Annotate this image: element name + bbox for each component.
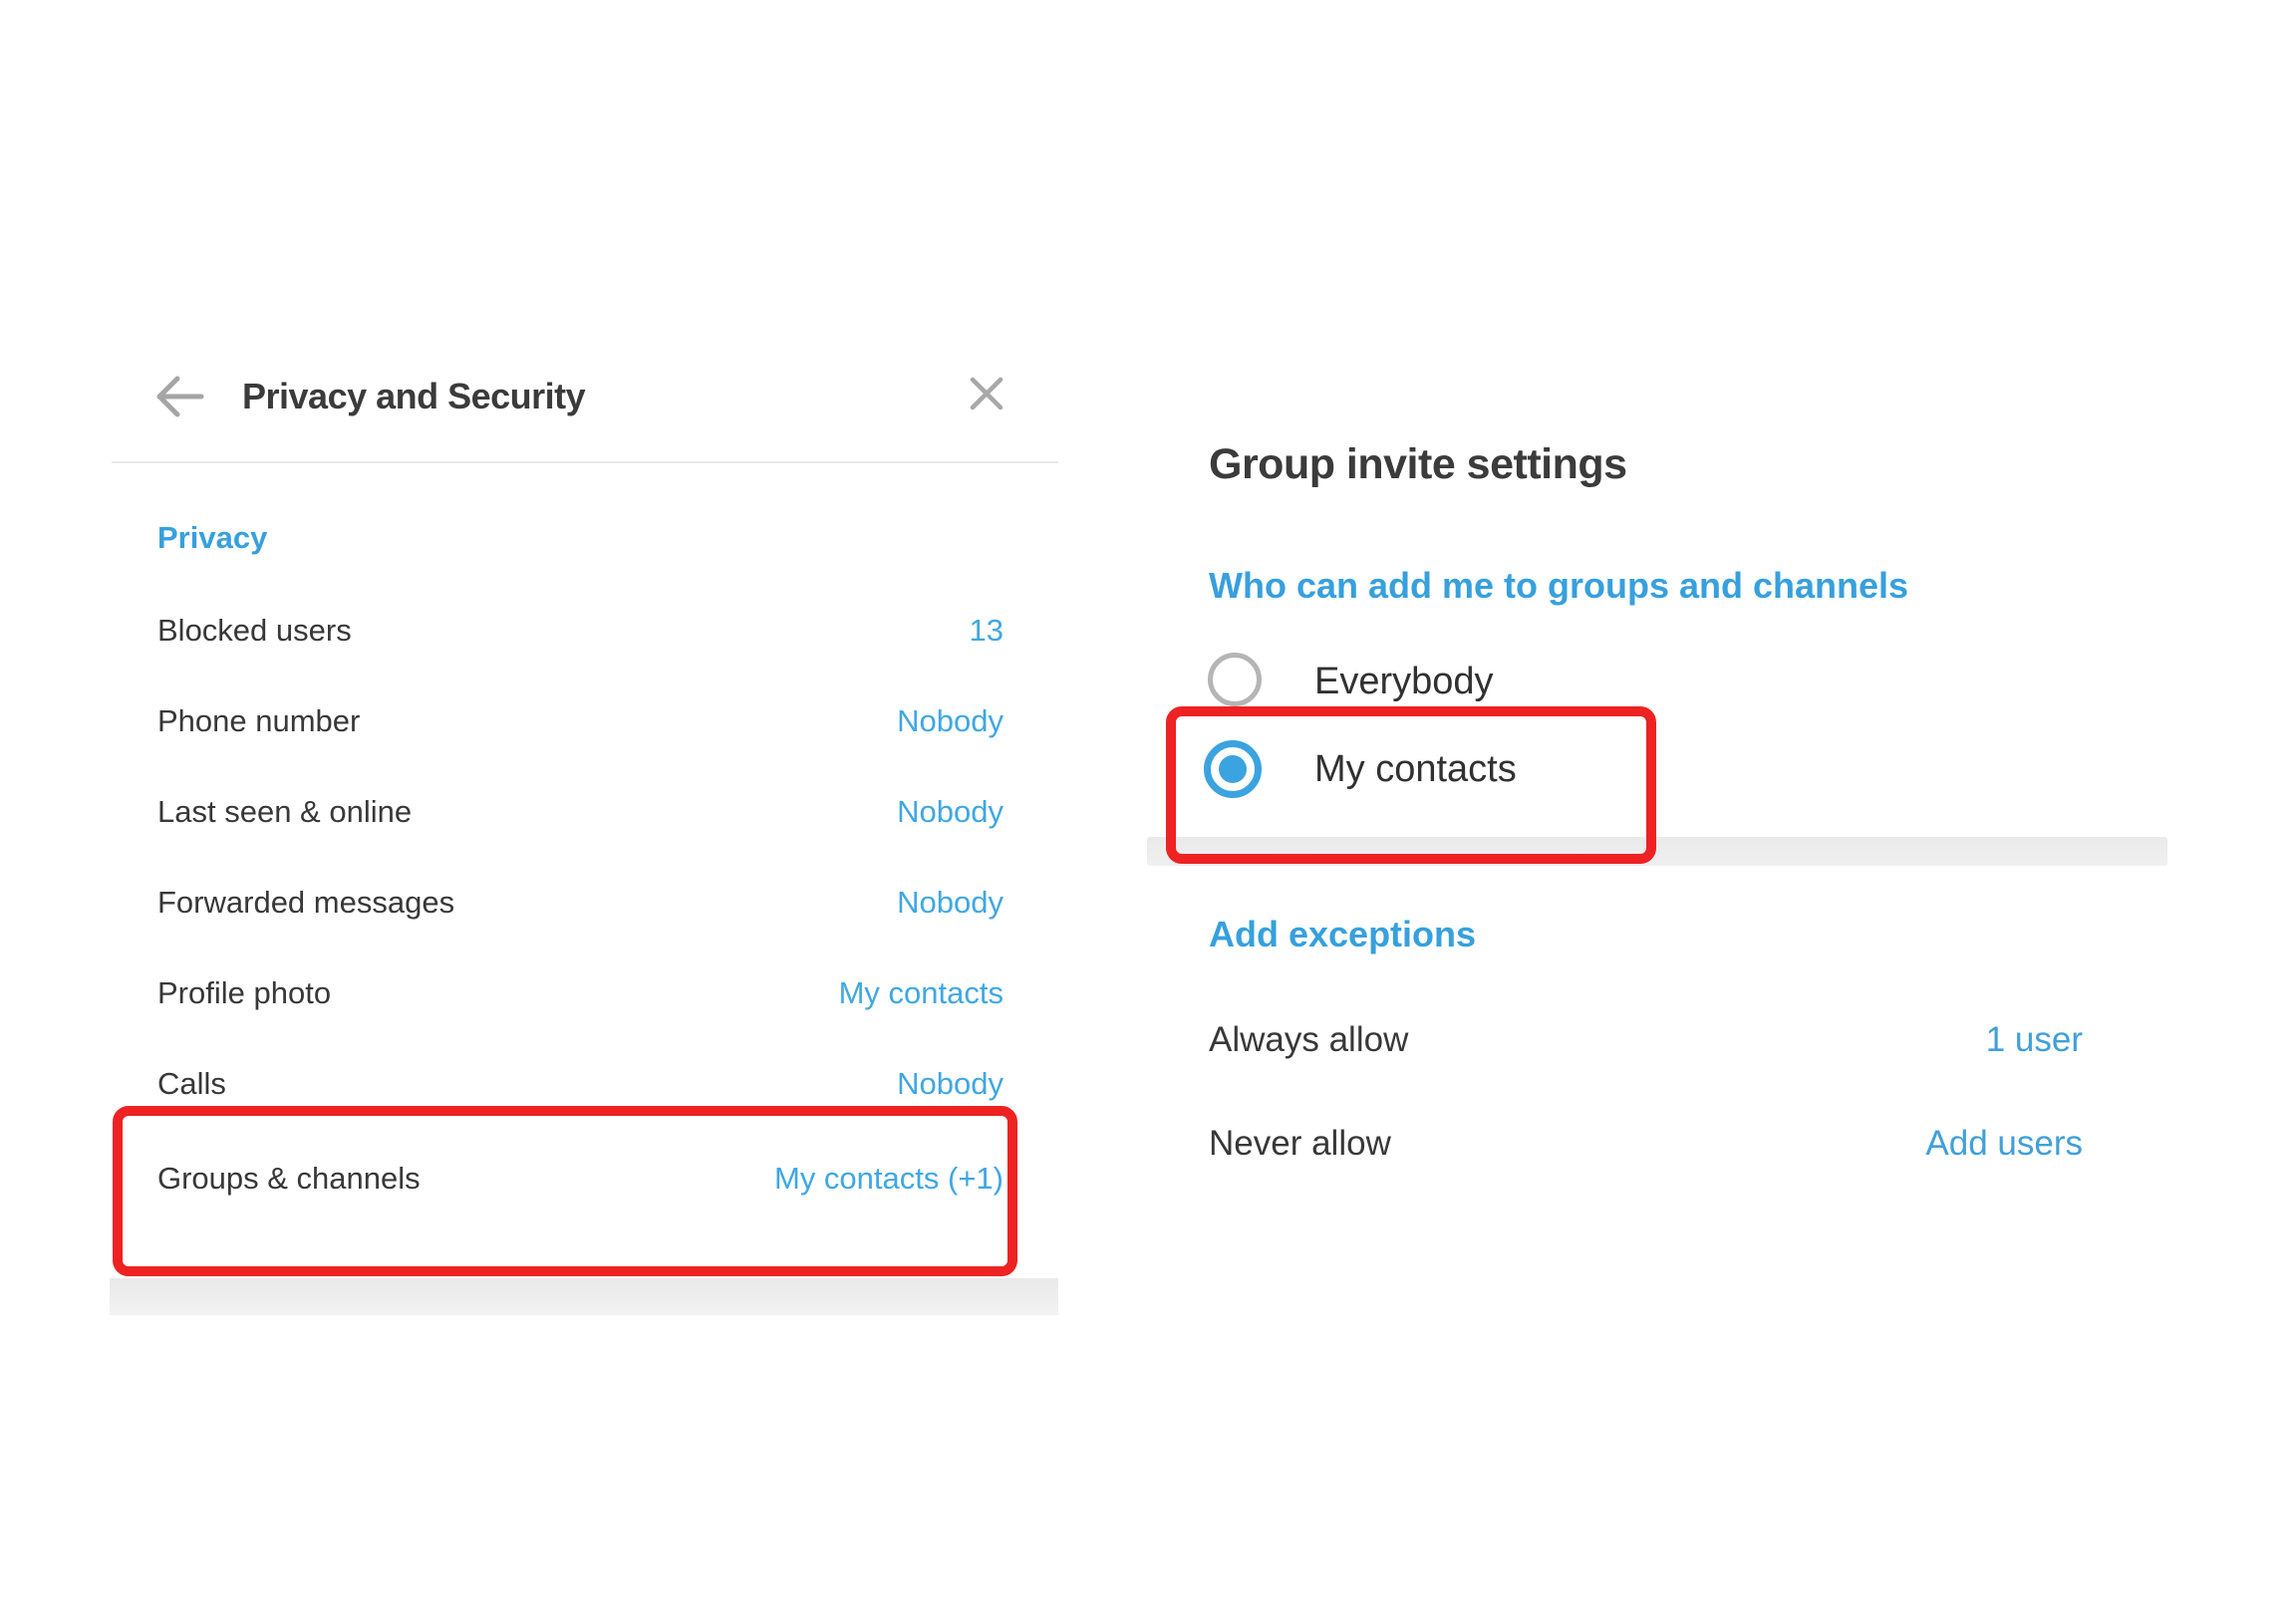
header-divider xyxy=(112,461,1058,463)
row-value: My contacts (+1) xyxy=(774,1161,1004,1196)
row-label: Calls xyxy=(157,1066,226,1101)
row-label: Phone number xyxy=(157,703,361,738)
row-value: My contacts xyxy=(838,975,1004,1010)
row-label: Profile photo xyxy=(157,975,332,1010)
radio-checked-icon[interactable] xyxy=(1204,740,1262,798)
row-value: Nobody xyxy=(897,885,1004,920)
privacy-row-phone-number[interactable]: Phone number Nobody xyxy=(157,700,1004,742)
privacy-row-groups-channels[interactable]: Groups & channels My contacts (+1) xyxy=(157,1158,1004,1200)
row-label: Never allow xyxy=(1209,1124,1391,1163)
who-can-add-heading: Who can add me to groups and channels xyxy=(1209,565,1909,606)
row-label: Groups & channels xyxy=(157,1161,421,1196)
privacy-row-profile-photo[interactable]: Profile photo My contacts xyxy=(157,972,1004,1014)
row-value: 13 xyxy=(969,613,1004,648)
row-label: Blocked users xyxy=(157,613,352,648)
radio-unchecked-icon[interactable] xyxy=(1208,653,1262,706)
row-value: Nobody xyxy=(897,794,1004,829)
add-exceptions-heading: Add exceptions xyxy=(1209,914,1477,954)
row-value[interactable]: 1 user xyxy=(1986,1017,2083,1063)
privacy-row-last-seen[interactable]: Last seen & online Nobody xyxy=(157,791,1004,833)
section-end-bar-left xyxy=(110,1278,1058,1315)
row-label: Forwarded messages xyxy=(157,885,455,920)
option-label: My contacts xyxy=(1314,748,1517,790)
row-value[interactable]: Add users xyxy=(1925,1121,2083,1167)
row-label: Always allow xyxy=(1209,1020,1409,1059)
privacy-row-forwarded-messages[interactable]: Forwarded messages Nobody xyxy=(157,882,1004,924)
exception-row-always-allow[interactable]: Always allow 1 user xyxy=(1209,1017,2083,1063)
section-end-bar-right xyxy=(1147,837,2167,866)
close-icon[interactable] xyxy=(965,372,1008,415)
privacy-row-calls[interactable]: Calls Nobody xyxy=(157,1063,1004,1105)
back-arrow-icon[interactable] xyxy=(149,373,209,420)
exception-row-never-allow[interactable]: Never allow Add users xyxy=(1209,1121,2083,1167)
privacy-section-heading: Privacy xyxy=(157,520,268,555)
row-label: Last seen & online xyxy=(157,794,413,829)
group-invite-title: Group invite settings xyxy=(1209,440,1627,488)
row-value: Nobody xyxy=(897,1066,1004,1101)
radio-dot xyxy=(1219,755,1247,783)
privacy-row-blocked-users[interactable]: Blocked users 13 xyxy=(157,610,1004,652)
panel-title: Privacy and Security xyxy=(242,376,586,416)
option-label: Everybody xyxy=(1314,661,1494,702)
settings-screenshot: Privacy and Security Privacy Blocked use… xyxy=(0,0,2296,1623)
row-value: Nobody xyxy=(897,703,1004,738)
